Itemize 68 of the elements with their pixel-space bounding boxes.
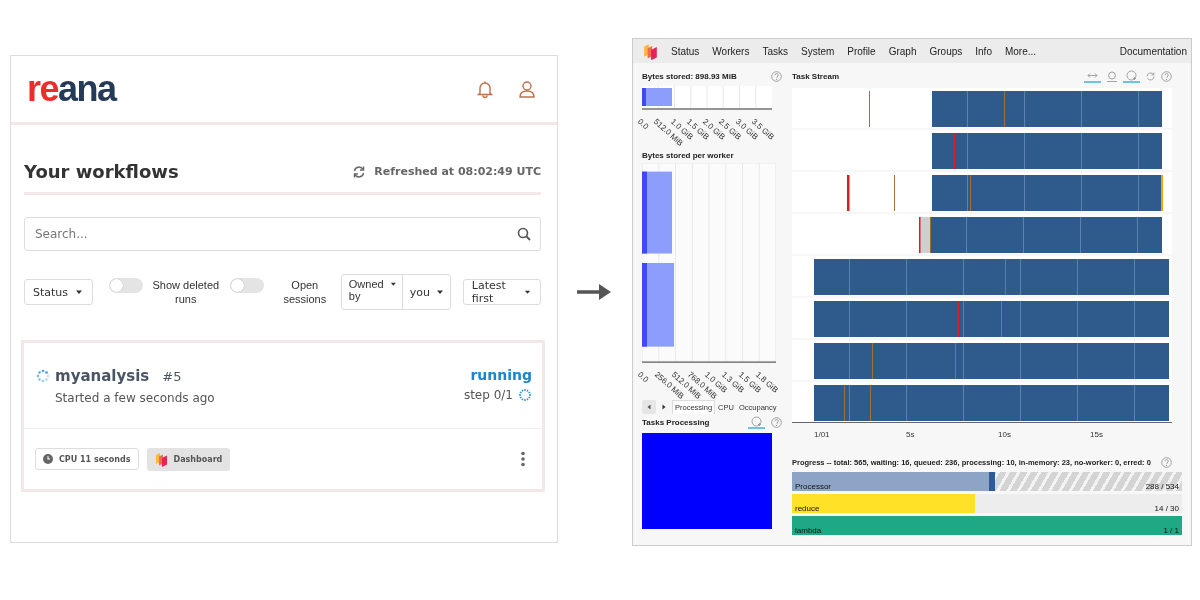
task-name: reduce (794, 504, 821, 513)
search-icon[interactable] (517, 227, 531, 241)
dashboard-button[interactable]: Dashboard (146, 447, 231, 471)
menu-item[interactable]: Profile (847, 45, 876, 57)
toggle-switch[interactable] (229, 278, 264, 293)
dropdown[interactable]: you (402, 275, 450, 309)
help-icon[interactable] (1160, 456, 1172, 468)
panel-title: Tasks Processing (642, 417, 710, 427)
clock-icon (43, 454, 53, 464)
axis-label: 0.0 (636, 117, 651, 132)
dropdown[interactable]: Owned by (341, 275, 403, 309)
page-title: Your workflows (24, 161, 179, 182)
zoom-icon[interactable] (1106, 70, 1118, 82)
start-time: Started a few seconds ago (55, 391, 215, 405)
menu-item[interactable]: Tasks (762, 45, 788, 57)
caret-icon (523, 289, 531, 295)
bell-icon[interactable] (475, 79, 495, 99)
task-count: 1 / 1 (1162, 526, 1180, 535)
menu-item[interactable]: System (800, 45, 835, 57)
dropdown[interactable]: Latest first (462, 279, 541, 305)
menu-item[interactable]: Workers (712, 45, 750, 57)
caret-icon (74, 289, 83, 295)
menu-item[interactable]: Graph (888, 45, 917, 57)
help-icon[interactable] (1161, 70, 1172, 82)
task-name: lambda (794, 526, 823, 535)
refreshed-time: Refreshed at 08:02:49 UTC (374, 165, 541, 178)
caret-icon (390, 281, 397, 287)
spinner-icon (36, 369, 50, 383)
logo: reana (27, 71, 116, 107)
task-count: 288 / 534 (1144, 482, 1180, 491)
spinner-icon (518, 388, 532, 402)
axis-label: 0.0 (636, 370, 651, 385)
toggle-label: Open sessions (282, 278, 328, 306)
reset-icon[interactable] (751, 415, 762, 427)
dask-logo-icon (643, 42, 658, 60)
cpu-label: CPU 11 seconds (35, 448, 139, 470)
workflow-status: running (470, 367, 532, 383)
caret-icon (435, 289, 444, 295)
reset-icon[interactable] (1126, 69, 1137, 81)
menu-item[interactable]: Groups (929, 45, 963, 57)
help-icon[interactable] (771, 416, 782, 428)
axis-label: 5s (906, 430, 915, 439)
panel-title: Bytes stored per worker (642, 150, 734, 160)
scroll-left-icon[interactable] (642, 400, 656, 414)
dropdown[interactable]: Status (24, 279, 93, 305)
user-icon[interactable] (517, 79, 537, 99)
menu-item[interactable]: Status (671, 45, 700, 57)
menu-item[interactable]: Documentation (1119, 45, 1187, 57)
axis-label: 15s (1090, 430, 1103, 439)
right-arrow-icon (577, 282, 613, 302)
step-count: step 0/1 (463, 388, 513, 402)
workflow-name[interactable]: myanalysis (55, 367, 150, 385)
axis-label: 1/01 (814, 430, 830, 439)
refresh-icon[interactable] (352, 164, 367, 179)
panel-title: Bytes stored: 898.93 MiB (642, 71, 737, 81)
help-icon[interactable] (771, 70, 782, 82)
menu-item[interactable]: Info (975, 45, 992, 57)
axis-label: 10s (998, 430, 1011, 439)
menu-item[interactable]: More... (1004, 45, 1037, 57)
dask-logo-icon (154, 451, 168, 467)
search-field[interactable]: Search... (24, 217, 541, 251)
kebab-menu-icon[interactable] (521, 451, 525, 467)
task-count: 14 / 30 (1153, 504, 1180, 513)
toggle-label: Show deleted runs (151, 278, 221, 306)
task-name: Processor (794, 482, 832, 491)
run-number: #5 (162, 368, 182, 384)
panel-title: Task Stream (792, 71, 839, 81)
toggle-switch[interactable] (108, 278, 143, 293)
